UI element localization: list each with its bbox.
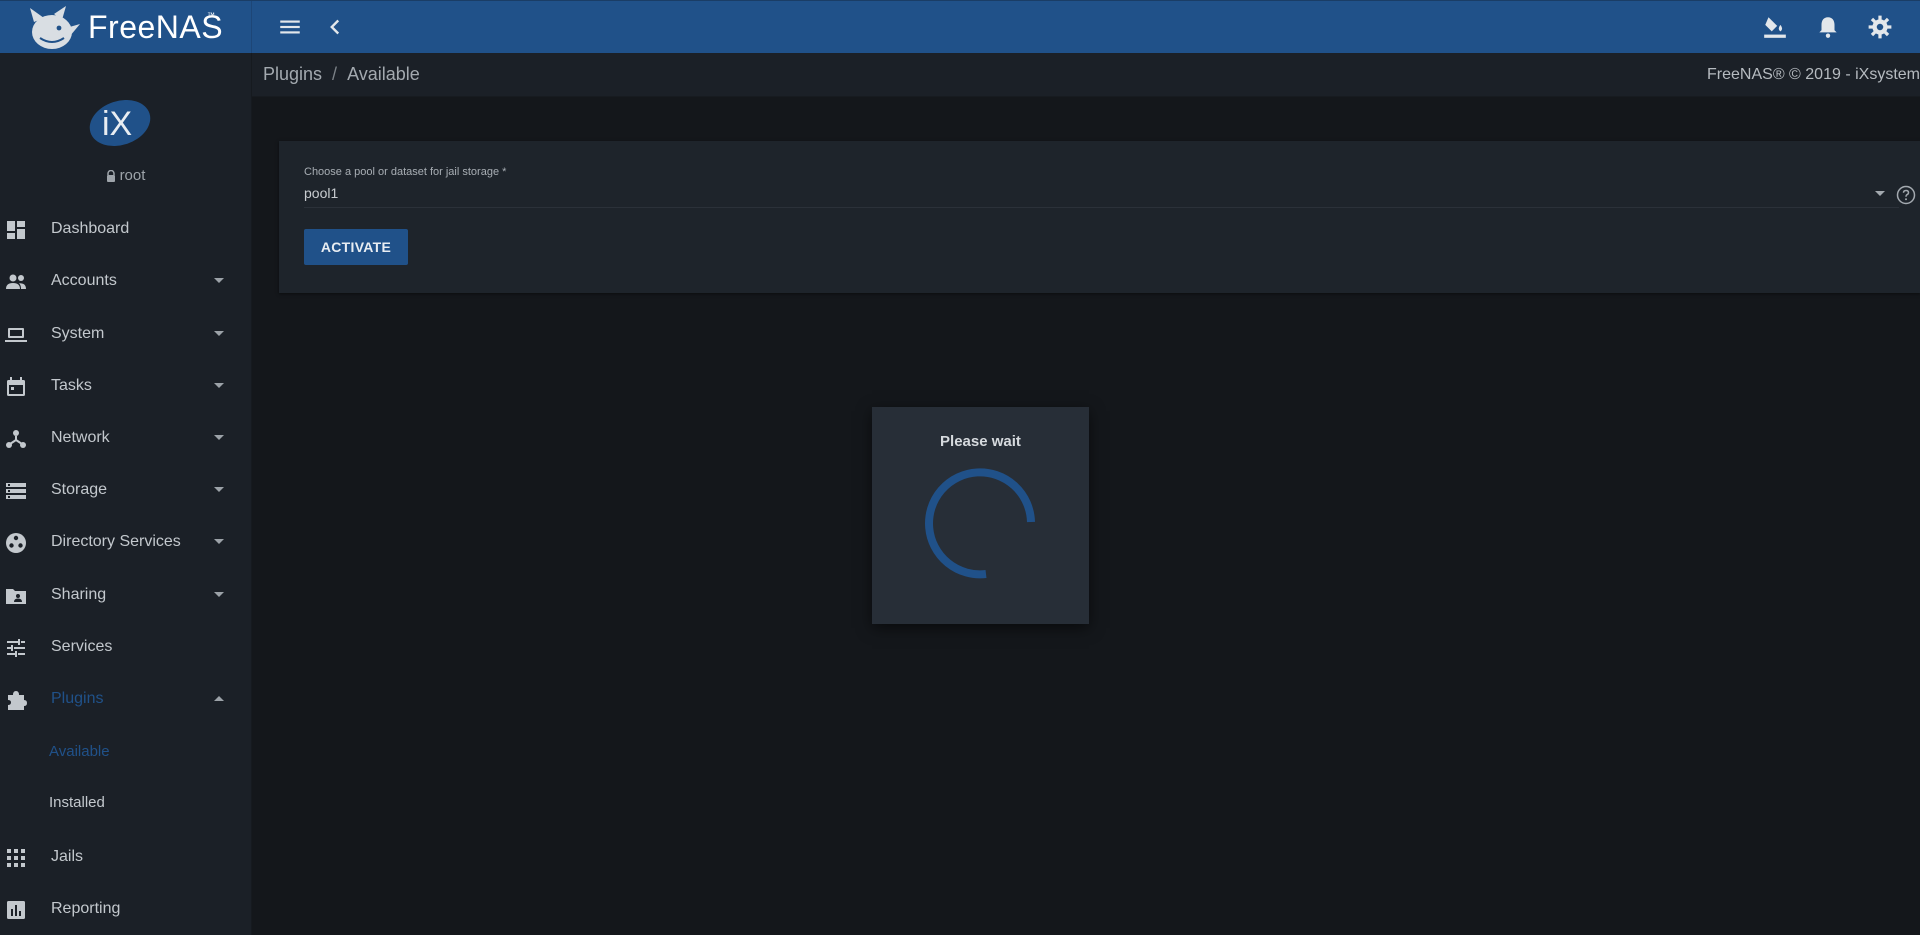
menu-icon[interactable] bbox=[277, 14, 303, 40]
pool-select-underline bbox=[304, 207, 1899, 208]
sidebar-item-label: Jails bbox=[51, 848, 84, 865]
ix-avatar: iX bbox=[89, 99, 151, 147]
sidebar-item-reporting[interactable]: Reporting bbox=[0, 887, 251, 931]
trademark-symbol: ™ bbox=[207, 11, 215, 20]
sidebar-item-label: Services bbox=[51, 638, 113, 655]
breadcrumb-bar: Plugins / Available FreeNAS® © 2019 - iXsy… bbox=[251, 53, 1920, 97]
accounts-icon bbox=[6, 274, 26, 289]
freenas-shark-icon bbox=[30, 6, 80, 49]
sidebar-subitem-installed[interactable]: Installed bbox=[0, 781, 251, 825]
sidebar-item-accounts[interactable]: Accounts bbox=[0, 259, 251, 303]
laptop-icon bbox=[5, 328, 27, 342]
sidebar-item-label: Reporting bbox=[51, 900, 121, 917]
directory-icon bbox=[6, 533, 26, 553]
breadcrumb-available: Available bbox=[347, 64, 420, 84]
sidebar-item-dashboard[interactable]: Dashboard bbox=[0, 207, 251, 251]
dropdown-arrow-icon[interactable] bbox=[1875, 191, 1885, 196]
sidebar-item-system[interactable]: System bbox=[0, 312, 251, 356]
puzzle-icon bbox=[8, 691, 27, 710]
pool-select[interactable]: pool1 bbox=[304, 185, 338, 201]
theme-icon[interactable] bbox=[1762, 14, 1788, 40]
copyright-text[interactable]: FreeNAS® © 2019 - iXsystem bbox=[1707, 66, 1920, 84]
chevron-down-icon bbox=[214, 435, 224, 440]
chevron-down-icon bbox=[214, 383, 224, 388]
bell-icon[interactable] bbox=[1815, 14, 1841, 40]
sidebar-subitem-available[interactable]: Available bbox=[0, 730, 251, 774]
sidebar-item-network[interactable]: Network bbox=[0, 416, 251, 460]
sidebar-item-label: Plugins bbox=[51, 690, 104, 707]
please-wait-dialog: Please wait bbox=[872, 407, 1089, 624]
sidebar-item-label: Sharing bbox=[51, 586, 107, 603]
settings-gear-icon[interactable] bbox=[1867, 14, 1893, 40]
sidebar-item-label: Directory Services bbox=[51, 533, 181, 550]
breadcrumb: Plugins / Available bbox=[263, 64, 420, 85]
chevron-down-icon bbox=[214, 487, 224, 492]
sidebar-item-label: Storage bbox=[51, 481, 108, 498]
dialog-title: Please wait bbox=[940, 433, 1021, 450]
sidebar-item-label: System bbox=[51, 325, 105, 342]
loading-spinner bbox=[925, 468, 1035, 579]
pool-select-label: Choose a pool or dataset for jail storag… bbox=[304, 166, 507, 178]
sidebar-item-label: Accounts bbox=[51, 272, 117, 289]
sidebar: iX root Dashboard Accounts System Tasks … bbox=[0, 53, 252, 935]
tune-icon bbox=[7, 639, 25, 657]
bar-chart-icon bbox=[7, 901, 25, 919]
calendar-icon bbox=[7, 377, 25, 396]
apps-grid-icon bbox=[7, 849, 25, 867]
sidebar-item-label: Network bbox=[51, 429, 110, 446]
logo-area[interactable]: FreeNAS ™ bbox=[0, 1, 252, 54]
sidebar-item-directory-services[interactable]: Directory Services bbox=[0, 520, 251, 564]
chevron-down-icon bbox=[214, 592, 224, 597]
sidebar-item-tasks[interactable]: Tasks bbox=[0, 364, 251, 408]
sidebar-subitem-label: Available bbox=[49, 743, 110, 760]
lock-icon bbox=[106, 170, 115, 183]
jail-storage-card: Choose a pool or dataset for jail storag… bbox=[279, 141, 1920, 293]
sidebar-item-sharing[interactable]: Sharing bbox=[0, 573, 251, 617]
username-label: root bbox=[119, 167, 146, 184]
back-chevron-icon[interactable] bbox=[322, 14, 348, 40]
sidebar-item-storage[interactable]: Storage bbox=[0, 468, 251, 512]
chevron-down-icon bbox=[214, 278, 224, 283]
help-icon[interactable] bbox=[1896, 185, 1916, 205]
storage-icon bbox=[6, 483, 26, 499]
breadcrumb-plugins[interactable]: Plugins bbox=[263, 64, 322, 84]
sharing-folder-icon bbox=[6, 589, 26, 604]
user-name: root bbox=[0, 167, 251, 184]
chevron-down-icon bbox=[214, 539, 224, 544]
chevron-down-icon bbox=[214, 331, 224, 336]
sidebar-item-plugins[interactable]: Plugins bbox=[0, 677, 251, 721]
chevron-up-icon bbox=[214, 696, 224, 701]
freenas-logo-text: FreeNAS bbox=[88, 9, 224, 45]
network-icon bbox=[6, 430, 26, 448]
avatar-text: iX bbox=[102, 105, 132, 143]
dashboard-icon bbox=[7, 221, 25, 239]
sidebar-subitem-label: Installed bbox=[49, 794, 105, 811]
sidebar-item-services[interactable]: Services bbox=[0, 625, 251, 669]
sidebar-item-label: Tasks bbox=[51, 377, 92, 394]
activate-button[interactable]: ACTIVATE bbox=[304, 229, 408, 265]
sidebar-item-label: Dashboard bbox=[51, 220, 130, 237]
breadcrumb-separator: / bbox=[332, 64, 338, 84]
sidebar-item-jails[interactable]: Jails bbox=[0, 835, 251, 879]
top-bar: FreeNAS ™ bbox=[0, 0, 1920, 54]
